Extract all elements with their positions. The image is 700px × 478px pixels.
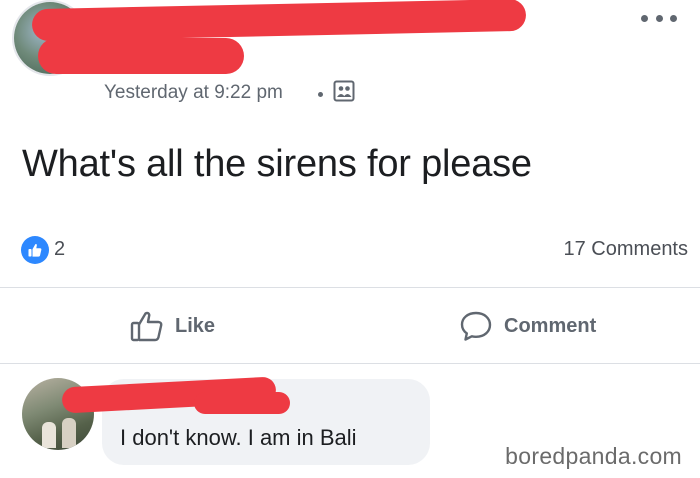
comment-button-label: Comment xyxy=(504,314,597,337)
divider xyxy=(0,363,700,364)
like-reaction-icon[interactable] xyxy=(21,236,49,264)
redaction-mark xyxy=(38,38,244,74)
more-options-icon[interactable] xyxy=(641,12,677,24)
watermark: boredpanda.com xyxy=(505,443,682,469)
friends-icon[interactable] xyxy=(333,80,355,102)
reaction-count[interactable]: 2 xyxy=(54,238,65,261)
post-timestamp[interactable]: Yesterday at 9:22 pm xyxy=(104,82,283,104)
redaction-mark xyxy=(31,0,527,42)
divider xyxy=(0,287,700,288)
comment-icon xyxy=(460,311,492,341)
like-button[interactable]: Like xyxy=(130,300,215,352)
post-text: What's all the sirens for please xyxy=(22,143,532,185)
comment-text: I don't know. I am in Bali xyxy=(120,425,357,450)
thumbs-up-icon xyxy=(130,311,163,342)
comments-count-link[interactable]: 17 Comments xyxy=(564,238,689,261)
comment-button[interactable]: Comment xyxy=(459,300,596,352)
like-button-label: Like xyxy=(175,314,216,337)
redaction-mark xyxy=(194,392,290,414)
separator-dot xyxy=(318,92,323,97)
